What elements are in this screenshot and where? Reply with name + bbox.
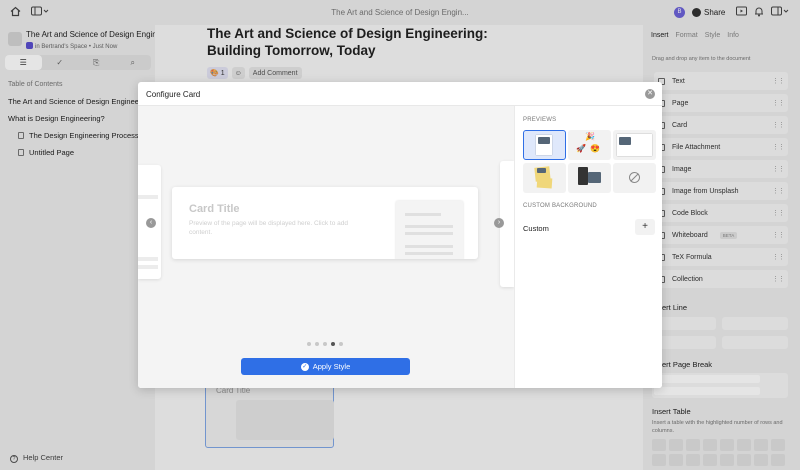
preview-option-document[interactable] (613, 130, 656, 160)
previews-label: PREVIEWS (523, 117, 557, 123)
close-icon[interactable]: ✕ (645, 89, 655, 99)
custom-background-label: CUSTOM BACKGROUND (523, 203, 597, 209)
card-preview-thumbnail (396, 201, 463, 259)
add-custom-background-button[interactable]: + (635, 219, 655, 235)
card-preview-description: Preview of the page will be displayed he… (189, 220, 348, 236)
arrow-right-icon[interactable]: › (494, 218, 504, 228)
custom-background-label-row: Custom (523, 224, 549, 233)
pager-dot[interactable] (323, 342, 327, 346)
pager-dot-active[interactable] (331, 342, 335, 346)
preview-option-none[interactable] (613, 163, 656, 193)
preview-option-sticky-note[interactable] (523, 163, 566, 193)
card-preview-title: Card Title (189, 203, 240, 215)
configure-card-dialog: Configure Card ✕ ‹ Card Title Preview of… (138, 82, 662, 388)
card-preview-area: ‹ Card Title Preview of the page will be… (138, 106, 514, 388)
card-style-preview: Card Title Preview of the page will be d… (172, 187, 478, 259)
card-options-panel: PREVIEWS 🎉 🚀 😍 CUSTOM BACKGROUND Custom (514, 106, 662, 388)
apply-style-label: Apply Style (312, 362, 351, 371)
arrow-left-icon[interactable]: ‹ (146, 218, 156, 228)
apply-style-button[interactable]: ✓ Apply Style (241, 358, 410, 375)
pager-dot[interactable] (307, 342, 311, 346)
preview-option-emoji[interactable]: 🎉 🚀 😍 (568, 130, 611, 160)
ban-icon (629, 172, 640, 183)
pager-dot[interactable] (339, 342, 343, 346)
check-circle-icon: ✓ (300, 362, 309, 371)
preview-option-page-image[interactable] (523, 130, 566, 160)
pager-dot[interactable] (315, 342, 319, 346)
carousel-pager (307, 342, 343, 346)
dialog-title: Configure Card (146, 90, 201, 99)
dialog-header: Configure Card ✕ (138, 82, 662, 106)
preview-option-photo-stack[interactable] (568, 163, 611, 193)
